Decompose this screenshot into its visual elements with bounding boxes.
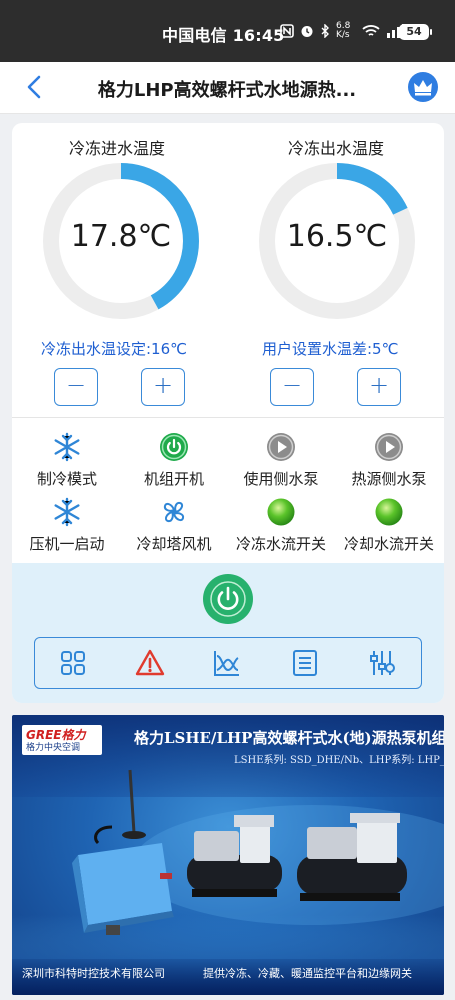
banner-slogan: 提供冷冻、冷藏、暖通监控平台和边缘网关	[203, 967, 412, 980]
battery-indicator: 54	[399, 24, 432, 40]
wifi-icon	[362, 25, 380, 36]
status-cooling-flow-switch: 冷却水流开关	[334, 497, 444, 554]
status-user-side-pump: 使用侧水泵	[226, 432, 336, 489]
data-speed-icon: 6.8 K/s	[336, 21, 351, 40]
app-header: 格力LHP高效螺杆式水地源热...	[0, 62, 455, 114]
temp-diff-plus-button[interactable]: +	[357, 368, 401, 406]
status-heat-source-pump: 热源侧水泵	[334, 432, 444, 489]
grid-icon[interactable]	[58, 648, 88, 678]
setting-outlet-temp: 冷冻出水温设定:16℃	[41, 340, 187, 358]
trend-chart-icon[interactable]	[212, 648, 242, 678]
control-panel	[12, 563, 444, 703]
temp-diff-minus-button[interactable]: −	[270, 368, 314, 406]
outlet-temp-plus-button[interactable]: +	[141, 368, 185, 406]
setting-temp-diff: 用户设置水温差:5℃	[262, 340, 399, 358]
outlet-temp-minus-button[interactable]: −	[54, 368, 98, 406]
status-cooling-mode: 制冷模式	[12, 432, 122, 489]
control-card: 冷冻进水温度 17.8℃ 冷冻出水温度 16.5℃ 冷冻出水温设定:16℃ 用户…	[12, 123, 444, 703]
gree-logo: GREE格力 格力中央空调	[22, 725, 102, 755]
snowflake-icon	[54, 497, 80, 527]
status-carrier-time: 中国电信 16:45	[162, 26, 285, 45]
tool-bar	[34, 637, 422, 689]
banner-company: 深圳市科特时控技术有限公司	[22, 967, 165, 980]
snowflake-icon	[54, 432, 80, 462]
gauge-value-outlet: 16.5℃	[286, 219, 388, 254]
green-dot-icon	[267, 498, 295, 526]
status-chilled-flow-switch: 冷冻水流开关	[226, 497, 336, 554]
crown-icon	[414, 80, 432, 96]
nfc-icon	[280, 24, 294, 38]
list-icon[interactable]	[290, 648, 320, 678]
power-button[interactable]	[203, 574, 253, 624]
status-bar: 中国电信 16:45 6.8 K/s 54	[0, 0, 455, 62]
power-icon	[210, 581, 246, 617]
play-gray-icon	[375, 433, 403, 461]
back-arrow-icon[interactable]	[20, 72, 50, 102]
promo-banner[interactable]: GREE格力 格力中央空调 格力LSHE/LHP高效螺杆式水(地)源热泵机组 L…	[12, 715, 444, 995]
play-gray-icon	[267, 433, 295, 461]
page-title: 格力LHP高效螺杆式水地源热...	[97, 80, 357, 101]
banner-title: 格力LSHE/LHP高效螺杆式水(地)源热泵机组	[134, 729, 444, 747]
power-on-icon	[160, 433, 188, 461]
gauge-value-inlet: 17.8℃	[70, 219, 172, 254]
green-dot-icon	[375, 498, 403, 526]
alarm-warning-icon[interactable]	[135, 648, 165, 678]
status-compressor-1: 压机一启动	[12, 497, 122, 554]
bluetooth-icon	[321, 24, 329, 38]
divider	[12, 417, 444, 418]
gauge-label-outlet: 冷冻出水温度	[287, 139, 384, 158]
vip-crown-button[interactable]	[408, 72, 438, 102]
gauge-label-inlet: 冷冻进水温度	[68, 139, 165, 158]
fan-icon	[163, 501, 185, 523]
gateway-device-image	[72, 769, 174, 935]
status-icons: 6.8 K/s	[280, 22, 406, 40]
banner-subtitle: LSHE系列: SSD_DHE/Nb、LHP系列: LHP_/Nb	[234, 755, 444, 766]
sliders-icon[interactable]	[367, 648, 397, 678]
alarm-icon	[301, 26, 313, 37]
status-unit-on: 机组开机	[119, 432, 229, 489]
status-cooling-tower-fan: 冷却塔风机	[119, 497, 229, 554]
